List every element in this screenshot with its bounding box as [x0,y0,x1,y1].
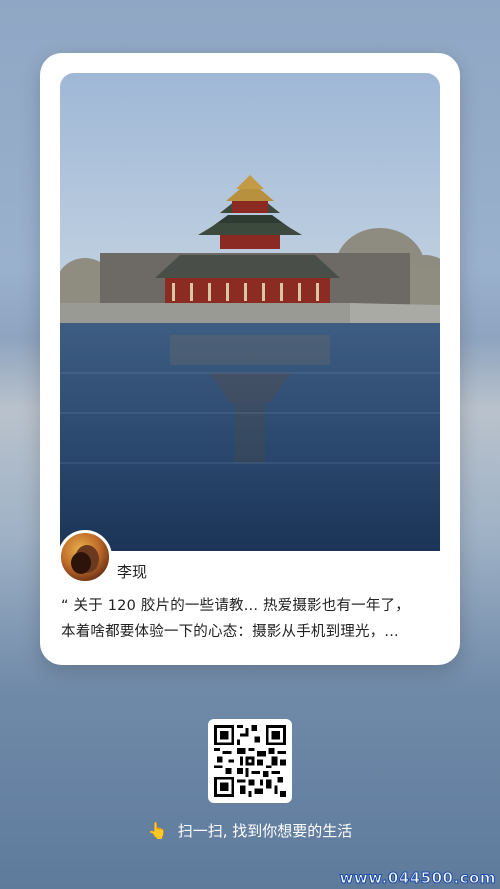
site-watermark: www.044500.com [339,869,496,888]
post-photo[interactable] [60,73,440,551]
scan-prompt-text: 扫一扫, 找到你想要的生活 [177,822,353,840]
author-name[interactable]: 李现 [117,561,147,582]
scan-prompt: 👆 扫一扫, 找到你想要的生活 [0,820,500,841]
qr-code[interactable] [208,719,292,803]
author-avatar[interactable] [58,530,112,584]
forbidden-city-corner-tower-photo [60,73,440,551]
qr-code-icon [214,725,286,797]
pointing-hand-icon: 👆 [147,821,168,840]
post-excerpt: “ 关于 120 胶片的一些请教... 热爱摄影也有一年了， 本着啥都要体验一下… [61,593,441,645]
excerpt-line-1: “ 关于 120 胶片的一些请教... 热爱摄影也有一年了， [61,598,410,614]
avatar-portrait-icon [71,545,99,574]
share-card: 李现 “ 关于 120 胶片的一些请教... 热爱摄影也有一年了， 本着啥都要体… [40,53,460,665]
excerpt-line-2: 本着啥都要体验一下的心态：摄影从手机到理光，... [61,624,399,640]
